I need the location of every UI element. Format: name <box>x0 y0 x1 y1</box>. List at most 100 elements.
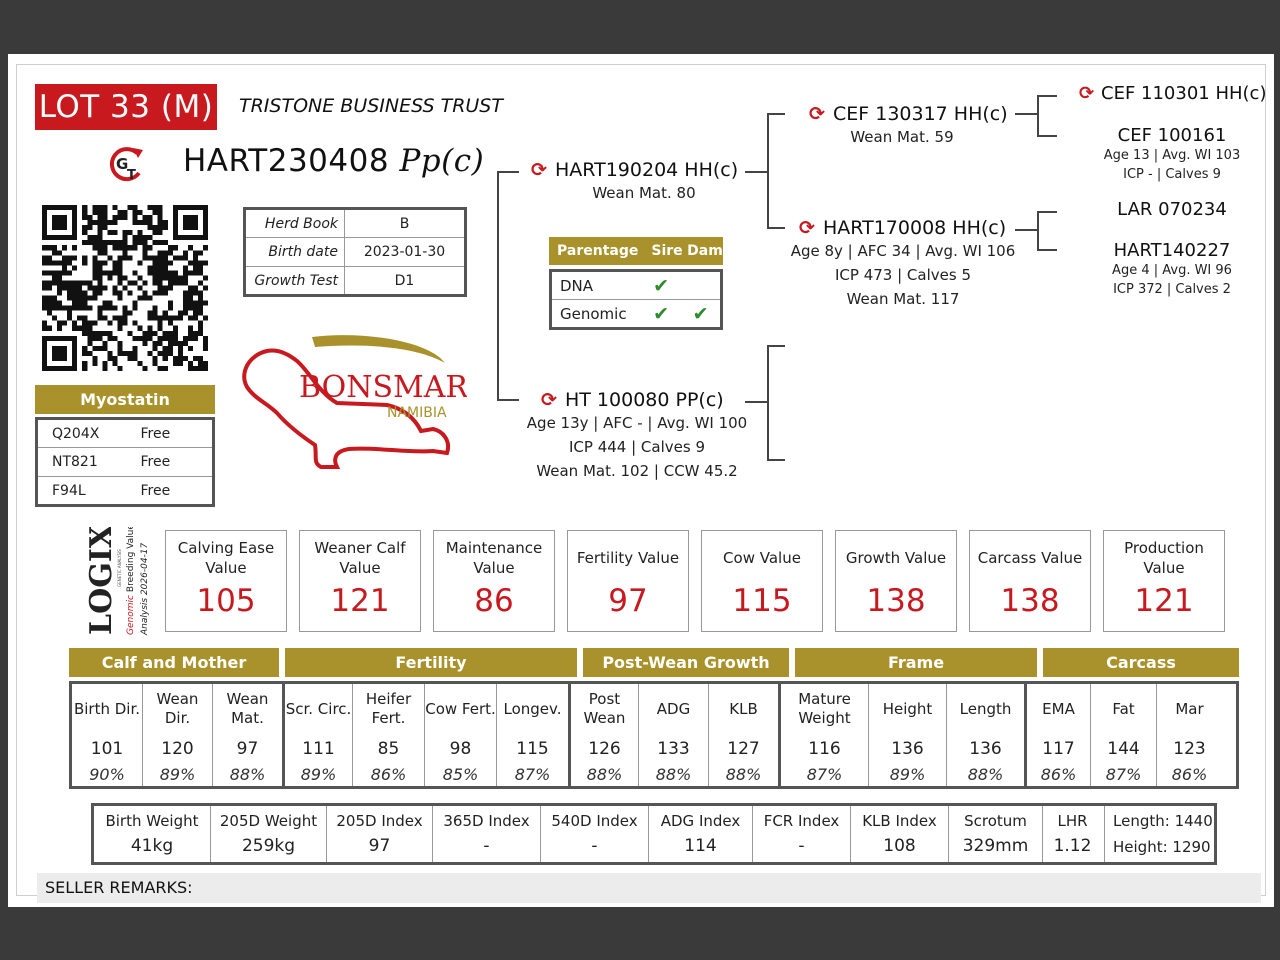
performance-cell: 205D Weight 259kg <box>210 806 326 862</box>
ebv-index-name: Growth Value <box>845 549 947 567</box>
pedigree-sire-dam[interactable]: ⟳ HART170008 HH(c) Age 8y | AFC 34 | Avg.… <box>787 217 1019 311</box>
trait-name: ADG <box>656 699 691 718</box>
performance-cell: 205D Index 97 <box>326 806 432 862</box>
trait-cell: ADG 133 88% <box>638 684 708 786</box>
ebv-index-value: 105 <box>196 583 256 619</box>
trait-score: 123 <box>1173 739 1206 759</box>
performance-label: FCR Index <box>763 812 840 830</box>
trait-name: EMA <box>1042 699 1075 718</box>
lot-badge: LOT 33 (M) <box>35 84 217 130</box>
pedigree-sire-sire[interactable]: ⟳ CEF 130317 HH(c) Wean Mat. 59 <box>809 103 1009 149</box>
dam-info-1: Age 13y | AFC - | Avg. WI 100 <box>526 414 748 432</box>
animal-poll: Pp(c) <box>399 143 485 179</box>
performance-value: 41kg <box>130 836 174 856</box>
trait-score: 136 <box>969 739 1002 759</box>
performance-cell: ADG Index 114 <box>648 806 752 862</box>
trait-accuracy: 89% <box>300 765 337 784</box>
myostatin-status: Free <box>126 447 214 477</box>
trait-name: Wean Mat. <box>226 690 269 727</box>
parentage-title: Parentage <box>557 243 639 259</box>
ebv-index-value: 97 <box>608 583 648 619</box>
ss-info: Wean Mat. 59 <box>850 128 954 146</box>
group-post-wean-growth: Post-Wean Growth <box>583 648 789 677</box>
trait-accuracy: 88% <box>655 765 692 784</box>
myostatin-gene: F94L <box>36 476 127 506</box>
pedigree-dam[interactable]: ⟳ HT 100080 PP(c) Age 13y | AFC - | Avg. … <box>517 389 757 483</box>
ebv-index-name: Maintenance Value <box>445 539 543 577</box>
performance-label: 205D Weight <box>219 812 318 830</box>
performance-value: - <box>483 836 490 856</box>
qr-code[interactable] <box>42 205 208 371</box>
group-calf-and-mother: Calf and Mother <box>69 648 279 677</box>
trait-score: 144 <box>1107 739 1140 759</box>
dam-info-2: ICP 444 | Calves 9 <box>569 438 705 456</box>
gt-logo-icon: ⟳ <box>1079 83 1095 104</box>
trait-score: 133 <box>657 739 690 759</box>
group-fertility: Fertility <box>285 648 577 677</box>
ebv-index-box: Maintenance Value 86 <box>433 530 555 632</box>
pedigree-sd-sire[interactable]: LAR 070234 <box>1087 199 1257 220</box>
ebv-index-box: Cow Value 115 <box>701 530 823 632</box>
ebv-index-value: 121 <box>1134 583 1194 619</box>
ebv-index-name: Production Value <box>1124 539 1204 577</box>
group-carcass: Carcass <box>1043 648 1239 677</box>
trait-cell: Post Wean 126 88% <box>568 684 638 786</box>
ssd-info-2: ICP - | Calves 9 <box>1123 167 1221 182</box>
trait-name: Mature Weight <box>798 690 851 727</box>
performance-value: 329mm <box>962 836 1029 856</box>
trait-name: KLB <box>729 699 758 718</box>
trait-score: 97 <box>236 739 259 759</box>
sd-info-2: ICP 473 | Calves 5 <box>835 266 971 284</box>
sire-info: Wean Mat. 80 <box>592 184 696 202</box>
trait-name: Cow Fert. <box>425 699 496 718</box>
ebv-index-box: Carcass Value 138 <box>969 530 1091 632</box>
info-label: Growth Test <box>244 266 345 296</box>
performance-label: 540D Index <box>551 812 638 830</box>
logix-name: LOGIX <box>84 527 119 635</box>
length-label: Length: <box>1113 812 1170 830</box>
trait-cell: EMA 117 86% <box>1024 684 1090 786</box>
trait-score: 85 <box>377 739 400 759</box>
seller-name: TRISTONE BUSINESS TRUST <box>239 95 503 117</box>
trait-score: 117 <box>1042 739 1075 759</box>
pedigree-sd-dam[interactable]: HART140227 Age 4 | Avg. WI 96 ICP 372 | … <box>1087 240 1257 299</box>
trait-accuracy: 86% <box>1040 765 1077 784</box>
trait-table: Birth Dir. 101 90% Wean Dir. 120 89% Wean Mat.… <box>69 681 1239 789</box>
height-label: Height: <box>1113 838 1168 856</box>
pedigree-ss-dam[interactable]: CEF 100161 Age 13 | Avg. WI 103 ICP - | … <box>1087 125 1257 184</box>
performance-label: LHR <box>1057 812 1088 830</box>
trait-accuracy: 85% <box>442 765 479 784</box>
ebv-index-value: 115 <box>732 583 792 619</box>
performance-value: 259kg <box>241 836 296 856</box>
pedigree-sire[interactable]: ⟳ HART190204 HH(c) Wean Mat. 80 <box>531 159 741 205</box>
performance-cell: 365D Index - <box>432 806 540 862</box>
parentage-dam-col: Dam <box>687 243 723 259</box>
performance-cell: FCR Index - <box>752 806 850 862</box>
trait-name: Length <box>959 699 1012 718</box>
performance-cell: LHR 1.12 <box>1042 806 1102 862</box>
myostatin-header: Myostatin <box>35 385 215 414</box>
myostatin-gene: NT821 <box>36 447 127 477</box>
trait-score: 120 <box>161 739 194 759</box>
performance-value: - <box>798 836 805 856</box>
sdd-name: HART140227 <box>1113 240 1231 261</box>
myostatin-table: Q204X Free NT821 Free F94L Free <box>35 417 215 507</box>
pedigree-ss-sire[interactable]: ⟳ CEF 110301 HH(c) <box>1079 83 1267 104</box>
parentage-sire-col: Sire <box>651 243 683 259</box>
ebv-index-value: 138 <box>1000 583 1060 619</box>
myostatin-row: NT821 Free <box>36 447 214 477</box>
check-icon: ✔ <box>641 299 682 329</box>
trait-cell: Length 136 88% <box>946 684 1024 786</box>
info-value: 2023-01-30 <box>344 237 466 267</box>
ss-name: CEF 130317 HH(c) <box>833 103 1008 125</box>
gt-logo-t: T <box>127 168 136 183</box>
trait-name: Longev. <box>503 699 562 718</box>
trait-cell: Wean Dir. 120 89% <box>142 684 212 786</box>
trait-accuracy: 88% <box>725 765 762 784</box>
trait-score: 101 <box>90 739 124 759</box>
check-icon: ✔ <box>653 274 670 297</box>
parentage-header: Parentage Sire Dam <box>549 237 723 265</box>
performance-table: Length: 1440 Height: 1290 Birth Weight 41… <box>91 803 1217 865</box>
trait-accuracy: 87% <box>514 765 551 784</box>
trait-accuracy: 88% <box>586 765 623 784</box>
